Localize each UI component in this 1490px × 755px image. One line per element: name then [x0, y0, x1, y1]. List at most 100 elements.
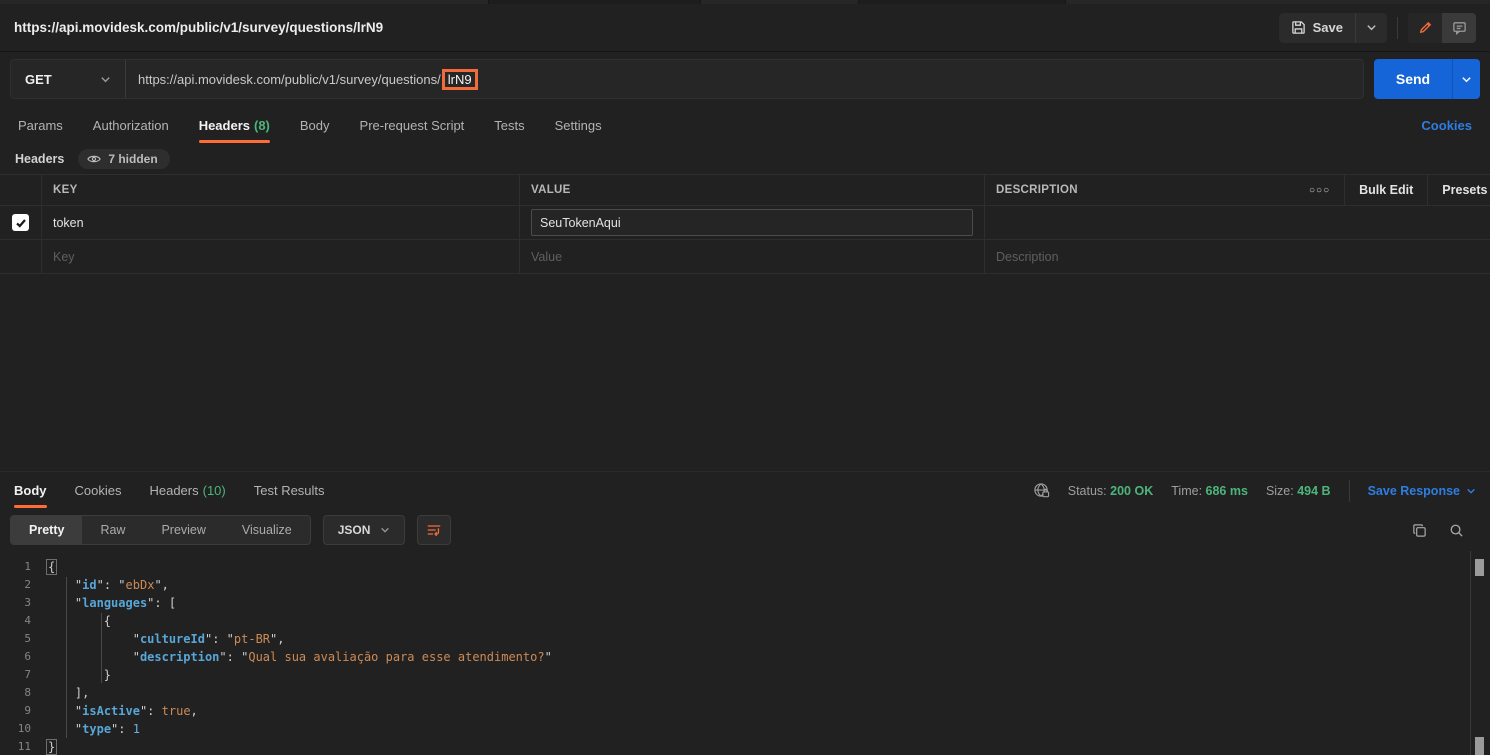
- headers-section-title: Headers: [15, 152, 65, 166]
- empty-area: [0, 274, 1490, 471]
- code-line[interactable]: 6 "description": "Qual sua avaliação par…: [0, 648, 1490, 666]
- chevron-down-icon: [1467, 488, 1475, 494]
- save-response-button[interactable]: Save Response: [1368, 484, 1476, 498]
- code-line[interactable]: 11}: [0, 738, 1490, 755]
- response-toolbar: Pretty Raw Preview Visualize JSON: [0, 509, 1490, 551]
- format-select[interactable]: JSON: [322, 515, 406, 545]
- more-options-button[interactable]: ○○○: [1295, 175, 1346, 205]
- header-key-cell[interactable]: token: [53, 216, 84, 230]
- ellipsis-icon: ○○○: [1309, 184, 1331, 196]
- copy-response-button[interactable]: [1412, 523, 1427, 538]
- scrollbar-track: [1470, 551, 1471, 755]
- code-line[interactable]: 8 ],: [0, 684, 1490, 702]
- request-url-bar: GET https://api.movidesk.com/public/v1/s…: [0, 52, 1490, 106]
- pencil-icon: [1418, 20, 1433, 35]
- bulk-edit-button[interactable]: Bulk Edit: [1345, 175, 1429, 205]
- value-placeholder-input[interactable]: Value: [531, 250, 562, 264]
- view-visualize-button[interactable]: Visualize: [224, 516, 310, 544]
- code-line[interactable]: 4 {: [0, 612, 1490, 630]
- toolbar-divider: [1397, 16, 1398, 39]
- view-pretty-button[interactable]: Pretty: [11, 516, 83, 544]
- presets-dropdown[interactable]: Presets: [1428, 175, 1490, 205]
- indent-guide: [101, 613, 102, 683]
- header-value-input[interactable]: SeuTokenAqui: [531, 209, 973, 236]
- code-lines: 1{2 "id": "ebDx", 3 "languages": [4 {5 "c…: [0, 558, 1490, 755]
- url-text: https://api.movidesk.com/public/v1/surve…: [138, 71, 441, 87]
- time-badge: Time: 686 ms: [1171, 483, 1248, 498]
- comment-button[interactable]: [1442, 13, 1476, 43]
- indent-guide: [66, 577, 67, 738]
- headers-table: KEY VALUE DESCRIPTION ○○○ Bulk Edit Pres…: [0, 174, 1490, 274]
- request-title: https://api.movidesk.com/public/v1/surve…: [14, 20, 384, 35]
- code-line[interactable]: 1{: [0, 558, 1490, 576]
- comment-icon: [1452, 20, 1467, 35]
- save-options-caret[interactable]: [1355, 12, 1387, 43]
- description-placeholder-input[interactable]: Description: [996, 250, 1059, 264]
- response-tab-test-results[interactable]: Test Results: [254, 473, 325, 508]
- status-value: 200 OK: [1110, 483, 1154, 498]
- floppy-disk-icon: [1291, 20, 1306, 35]
- code-line[interactable]: 9 "isActive": true,: [0, 702, 1490, 720]
- chevron-down-icon: [381, 527, 390, 533]
- request-title-bar: https://api.movidesk.com/public/v1/surve…: [0, 4, 1490, 52]
- tab-authorization[interactable]: Authorization: [93, 108, 169, 143]
- column-description: DESCRIPTION: [996, 184, 1078, 196]
- save-button-group: Save: [1278, 12, 1387, 43]
- format-label: JSON: [337, 523, 371, 537]
- scrollbar-thumb[interactable]: [1475, 559, 1484, 576]
- workspace-tabbar-sliver: [0, 0, 1490, 4]
- headers-subheader: Headers 7 hidden: [0, 144, 1490, 174]
- response-tab-body[interactable]: Body: [14, 473, 47, 508]
- search-response-button[interactable]: [1449, 523, 1464, 538]
- code-line[interactable]: 7 }: [0, 666, 1490, 684]
- cookies-link[interactable]: Cookies: [1421, 118, 1472, 133]
- send-options-caret[interactable]: [1452, 59, 1480, 99]
- text-wrap-icon: [428, 525, 441, 537]
- send-button-group: Send: [1374, 59, 1480, 99]
- code-line[interactable]: 3 "languages": [: [0, 594, 1490, 612]
- hidden-headers-toggle[interactable]: 7 hidden: [78, 149, 170, 169]
- tab-tests[interactable]: Tests: [494, 108, 524, 143]
- format-code-button[interactable]: [417, 515, 452, 545]
- meta-divider: [1348, 479, 1350, 502]
- response-tab-cookies[interactable]: Cookies: [75, 473, 122, 508]
- column-key: KEY: [53, 184, 78, 196]
- hidden-headers-label: 7 hidden: [108, 152, 158, 166]
- response-body-viewer[interactable]: 1{2 "id": "ebDx", 3 "languages": [4 {5 "c…: [0, 551, 1490, 755]
- status-badge: Status: 200 OK: [1067, 483, 1154, 498]
- request-tabs: Params Authorization Headers (8) Body Pre…: [0, 106, 1490, 144]
- tab-headers[interactable]: Headers (8): [198, 108, 271, 143]
- response-tab-headers[interactable]: Headers (10): [149, 473, 225, 508]
- tab-params[interactable]: Params: [18, 108, 63, 143]
- size-badge: Size: 494 B: [1265, 483, 1331, 498]
- send-button[interactable]: Send: [1374, 59, 1452, 99]
- scrollbar-thumb[interactable]: [1475, 737, 1484, 755]
- edit-comment-toggle: [1408, 12, 1476, 43]
- tab-pre-request-script[interactable]: Pre-request Script: [360, 108, 465, 143]
- search-icon: [1450, 524, 1463, 537]
- table-placeholder-row: Key Value Description: [0, 240, 1490, 273]
- response-headers-count: (10): [202, 483, 226, 498]
- method-label: GET: [25, 71, 52, 87]
- eye-icon: [87, 153, 102, 165]
- response-tabs: Body Cookies Headers (10) Test Results St…: [0, 471, 1490, 509]
- view-preview-button[interactable]: Preview: [143, 516, 223, 544]
- url-input[interactable]: https://api.movidesk.com/public/v1/surve…: [126, 60, 1363, 98]
- save-button-label: Save: [1312, 20, 1343, 35]
- row-checkbox[interactable]: [12, 214, 29, 231]
- network-globe-lock-icon[interactable]: [1033, 482, 1050, 499]
- code-line[interactable]: 2 "id": "ebDx",: [0, 576, 1490, 594]
- view-raw-button[interactable]: Raw: [82, 516, 143, 544]
- copy-icon: [1413, 523, 1426, 537]
- table-header-row: KEY VALUE DESCRIPTION ○○○ Bulk Edit Pres…: [0, 175, 1490, 206]
- tab-settings[interactable]: Settings: [555, 108, 602, 143]
- key-placeholder-input[interactable]: Key: [53, 250, 75, 264]
- edit-pencil-button[interactable]: [1408, 12, 1442, 43]
- method-select[interactable]: GET: [11, 60, 126, 98]
- size-value: 494 B: [1297, 483, 1331, 498]
- tab-body[interactable]: Body: [300, 108, 330, 143]
- code-line[interactable]: 10 "type": 1: [0, 720, 1490, 738]
- save-button[interactable]: Save: [1279, 13, 1355, 43]
- response-view-switcher: Pretty Raw Preview Visualize: [10, 515, 311, 545]
- code-line[interactable]: 5 "cultureId": "pt-BR",: [0, 630, 1490, 648]
